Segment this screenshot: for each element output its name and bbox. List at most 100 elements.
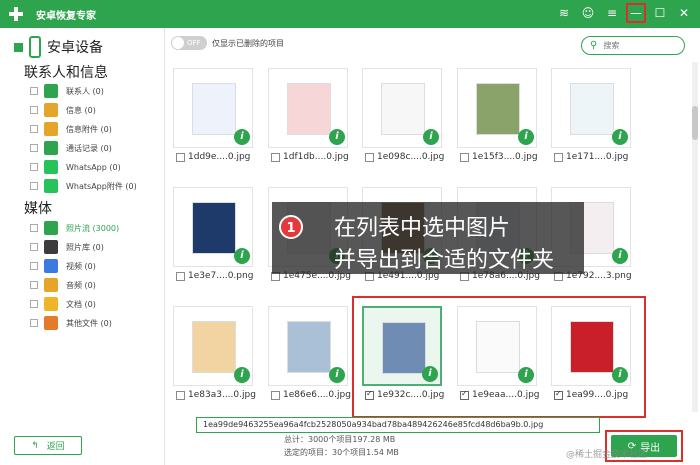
title-bar: 安卓恢复专家 ≋ ☺ ≡ — ☐ ✕ <box>0 0 700 28</box>
photo-image <box>287 321 331 373</box>
photo-thumbnail[interactable]: i <box>551 68 631 148</box>
device-checkbox[interactable] <box>14 42 23 52</box>
back-arrow-icon: ↰ <box>31 440 39 451</box>
sidebar-item-checkbox[interactable] <box>30 319 38 327</box>
info-icon[interactable]: i <box>234 129 250 145</box>
scroll-thumb[interactable] <box>692 106 698 140</box>
minimize-icon[interactable]: — <box>626 3 646 23</box>
photo-checkbox[interactable] <box>365 152 374 162</box>
sidebar-item-photo-stream[interactable]: 照片流 (3000) <box>30 221 119 235</box>
sidebar-item-document[interactable]: 文档 (0) <box>30 297 96 311</box>
whatsapp-attachment-icon <box>44 179 58 193</box>
photo-thumbnail[interactable]: i <box>362 68 442 148</box>
info-icon[interactable]: i <box>518 129 534 145</box>
sidebar-item-label: 其他文件 (0) <box>66 318 112 328</box>
sidebar-item-whatsapp[interactable]: WhatsApp (0) <box>30 160 121 174</box>
sidebar-item-checkbox[interactable] <box>30 182 38 190</box>
info-icon[interactable]: i <box>234 248 250 264</box>
sidebar-item-label: 视频 (0) <box>66 261 96 271</box>
photo-image <box>192 202 236 254</box>
sidebar-item-photo-library[interactable]: 照片库 (0) <box>30 240 104 254</box>
sidebar-item-checkbox[interactable] <box>30 106 38 114</box>
show-deleted-label: 仅显示已删除的项目 <box>212 39 284 48</box>
photo-image <box>192 83 236 135</box>
photo-thumbnail[interactable]: i <box>173 68 253 148</box>
sidebar-item-checkbox[interactable] <box>30 125 38 133</box>
photo-thumbnail[interactable]: i <box>457 68 537 148</box>
sidebar-item-contacts[interactable]: 联系人 (0) <box>30 84 104 98</box>
scrollbar[interactable] <box>692 62 698 412</box>
photo-image <box>287 83 331 135</box>
search-input[interactable] <box>603 41 674 50</box>
sidebar-item-checkbox[interactable] <box>30 144 38 152</box>
photo-stream-icon <box>44 221 58 235</box>
sidebar-item-label: WhatsApp附件 (0) <box>66 181 137 191</box>
menu-icon[interactable]: ≡ <box>604 5 620 21</box>
show-deleted-toggle[interactable]: OFF <box>171 36 207 50</box>
photo-image <box>476 83 520 135</box>
photo-filename: 1e098c....0.jpg <box>377 152 445 162</box>
sidebar-item-attachment[interactable]: 信息附件 (0) <box>30 122 112 136</box>
info-icon[interactable]: i <box>234 367 250 383</box>
photo-filename: 1e3e7....0.png <box>188 271 254 281</box>
sidebar-item-checkbox[interactable] <box>30 262 38 270</box>
sidebar-item-label: WhatsApp (0) <box>66 162 121 172</box>
sidebar-item-call-log[interactable]: 通话记录 (0) <box>30 141 112 155</box>
info-icon[interactable]: i <box>329 129 345 145</box>
photo-thumbnail[interactable]: i <box>268 68 348 148</box>
device-row[interactable]: 安卓设备 <box>14 36 103 58</box>
sidebar-item-video[interactable]: 视频 (0) <box>30 259 96 273</box>
info-icon[interactable]: i <box>612 248 628 264</box>
wifi-icon[interactable]: ≋ <box>556 5 572 21</box>
photo-image <box>381 83 425 135</box>
sidebar-item-checkbox[interactable] <box>30 87 38 95</box>
info-icon[interactable]: i <box>423 129 439 145</box>
sidebar-item-audio[interactable]: 音频 (0) <box>30 278 96 292</box>
watermark: @稀土掘金技术社区 <box>566 450 648 460</box>
photo-thumbnail[interactable]: i <box>173 306 253 386</box>
photo-checkbox[interactable] <box>176 271 185 281</box>
photo-library-icon <box>44 240 58 254</box>
maximize-icon[interactable]: ☐ <box>652 5 668 21</box>
search-box[interactable]: ⚲ <box>581 36 685 55</box>
close-icon[interactable]: ✕ <box>676 5 692 21</box>
sidebar-item-label: 照片流 (3000) <box>66 223 120 233</box>
audio-icon <box>44 278 58 292</box>
filename-tooltip: 1ea99de9463255ea96a4fcb2528050a934bad78b… <box>196 417 600 433</box>
photo-checkbox[interactable] <box>176 390 185 400</box>
photo-checkbox[interactable] <box>554 152 563 162</box>
sidebar-item-checkbox[interactable] <box>30 224 38 232</box>
document-icon <box>44 297 58 311</box>
back-label: 返回 <box>46 442 65 452</box>
sidebar-item-checkbox[interactable] <box>30 243 38 251</box>
sidebar-item-checkbox[interactable] <box>30 281 38 289</box>
message-icon <box>44 103 58 117</box>
call-log-icon <box>44 141 58 155</box>
photo-checkbox[interactable] <box>460 152 469 162</box>
selected-status: 选定的项目：30个项目1.54 MB <box>284 448 399 457</box>
sidebar-item-other-files[interactable]: 其他文件 (0) <box>30 316 112 330</box>
video-icon <box>44 259 58 273</box>
sidebar-item-label: 照片库 (0) <box>66 242 104 252</box>
app-logo-icon <box>8 6 24 22</box>
photo-thumbnail[interactable]: i <box>268 306 348 386</box>
photo-filename: 1e171....0.jpg <box>566 152 629 162</box>
total-status: 总计：3000个项目197.28 MB <box>284 435 396 444</box>
photo-checkbox[interactable] <box>271 390 280 400</box>
phone-icon <box>29 36 41 58</box>
chat-icon[interactable]: ☺ <box>580 5 596 21</box>
photo-image <box>570 83 614 135</box>
search-icon: ⚲ <box>590 40 598 51</box>
info-icon[interactable]: i <box>329 367 345 383</box>
sidebar-item-label: 信息附件 (0) <box>66 124 112 134</box>
photo-checkbox[interactable] <box>271 152 280 162</box>
device-label: 安卓设备 <box>47 40 103 56</box>
photo-thumbnail[interactable]: i <box>173 187 253 267</box>
info-icon[interactable]: i <box>612 129 628 145</box>
sidebar-item-message[interactable]: 信息 (0) <box>30 103 96 117</box>
sidebar-item-whatsapp-attachment[interactable]: WhatsApp附件 (0) <box>30 179 137 193</box>
sidebar-item-checkbox[interactable] <box>30 163 38 171</box>
photo-checkbox[interactable] <box>176 152 185 162</box>
back-button[interactable]: ↰ 返回 <box>14 436 82 455</box>
sidebar-item-checkbox[interactable] <box>30 300 38 308</box>
